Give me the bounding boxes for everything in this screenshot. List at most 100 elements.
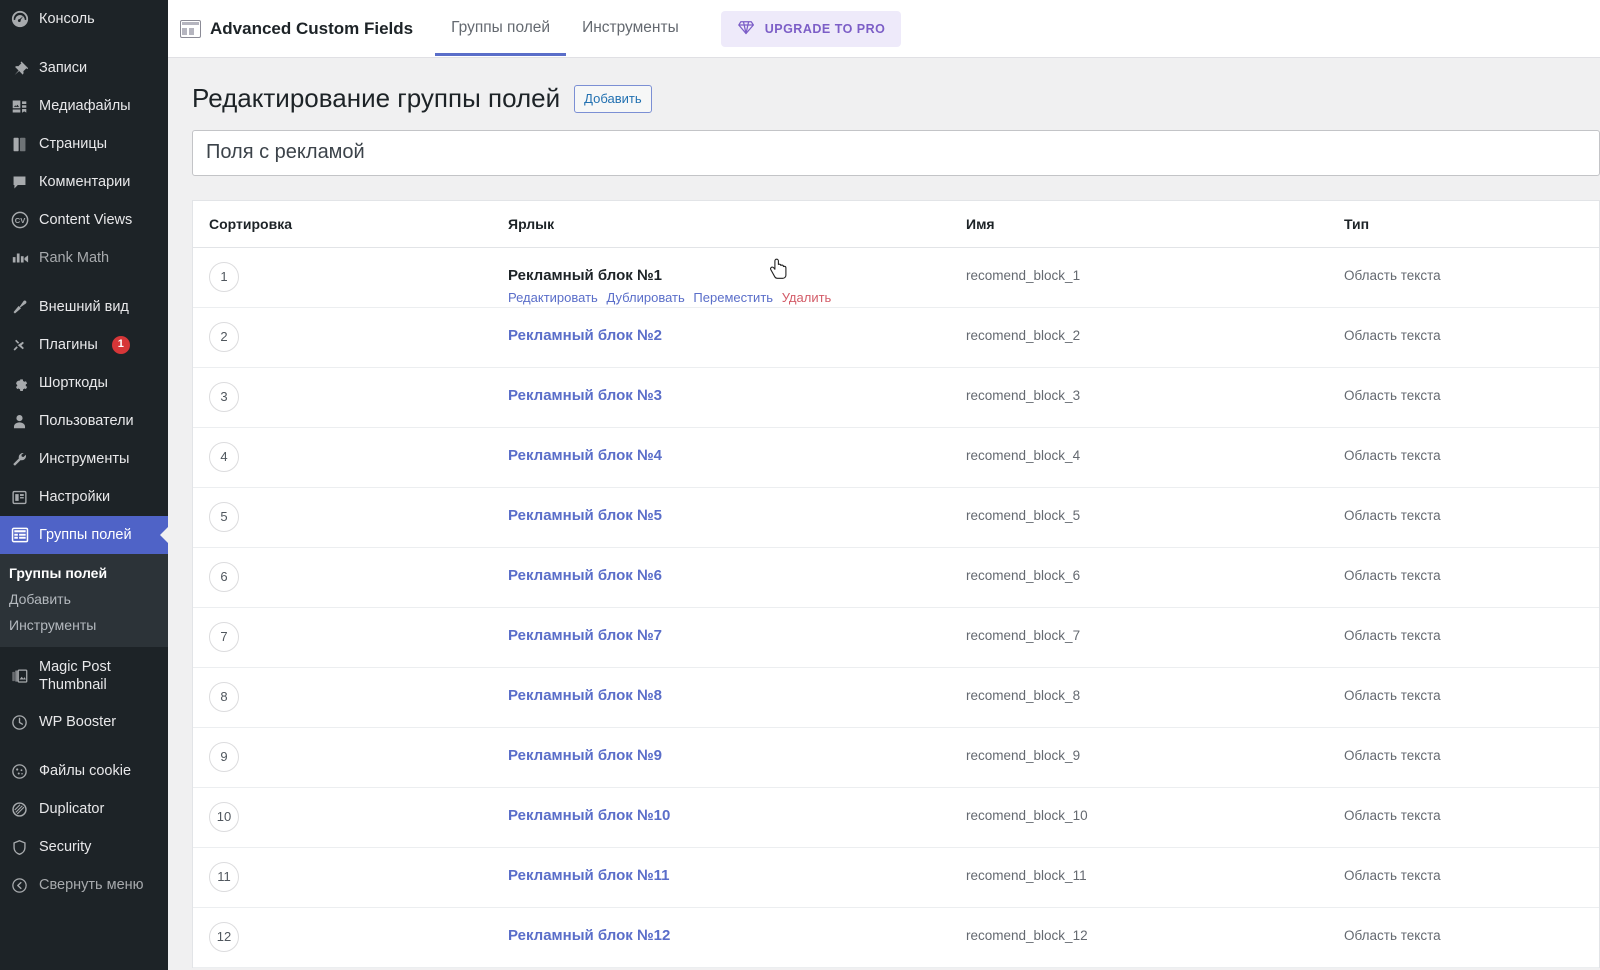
row-action-delete[interactable]: Удалить (782, 290, 832, 305)
table-row[interactable]: 11 Рекламный блок №11 recomend_block_11 … (193, 848, 1599, 908)
sidebar-item-media[interactable]: Медиафайлы (0, 87, 168, 125)
order-handle[interactable]: 11 (209, 861, 239, 892)
field-type-value: Область текста (1344, 627, 1441, 643)
order-handle[interactable]: 2 (209, 321, 239, 352)
tab-field-groups[interactable]: Группы полей (435, 1, 567, 57)
sidebar-item-content-views[interactable]: CV Content Views (0, 201, 168, 239)
column-header-order: Сортировка (209, 215, 292, 232)
sidebar-item-magic-post-thumbnail[interactable]: Magic Post Thumbnail (0, 647, 168, 703)
sidebar-item-security[interactable]: Security (0, 828, 168, 866)
table-row[interactable]: 12 Рекламный блок №12 recomend_block_12 … (193, 908, 1599, 968)
row-action-duplicate[interactable]: Дублировать (606, 290, 684, 305)
sidebar-item-field-groups[interactable]: Группы полей (0, 516, 168, 554)
submenu-item-tools[interactable]: Инструменты (9, 612, 168, 638)
field-type-value: Область текста (1344, 387, 1441, 403)
sidebar-item-cookies[interactable]: Файлы cookie (0, 752, 168, 790)
users-icon (9, 411, 30, 431)
sidebar-item-label: Группы полей (39, 526, 132, 543)
sidebar-item-posts[interactable]: Записи (0, 49, 168, 87)
sidebar-item-tools[interactable]: Инструменты (0, 440, 168, 478)
sidebar-item-rank-math[interactable]: Rank Math (0, 239, 168, 277)
column-header-name: Имя (966, 215, 995, 232)
table-row[interactable]: 1 Рекламный блок №1 Редактировать Дублир… (193, 248, 1599, 308)
field-label-link[interactable]: Рекламный блок №6 (508, 567, 662, 584)
sidebar-item-duplicator[interactable]: Duplicator (0, 790, 168, 828)
table-row[interactable]: 2 Рекламный блок №2 recomend_block_2 Обл… (193, 308, 1599, 368)
order-handle[interactable]: 7 (209, 621, 239, 652)
sidebar-item-label: Страницы (39, 135, 108, 152)
field-label-link[interactable]: Рекламный блок №5 (508, 507, 662, 524)
order-handle[interactable]: 4 (209, 441, 239, 472)
add-new-button[interactable]: Добавить (574, 84, 652, 113)
table-row[interactable]: 3 Рекламный блок №3 recomend_block_3 Обл… (193, 368, 1599, 428)
sidebar-item-label: Внешний вид (39, 298, 129, 315)
field-label-link[interactable]: Рекламный блок №8 (508, 687, 662, 704)
row-action-move[interactable]: Переместить (693, 290, 773, 305)
sidebar-item-collapse-menu[interactable]: Свернуть меню (0, 866, 168, 904)
sidebar-item-dashboard[interactable]: Консоль (0, 0, 168, 38)
plugins-update-badge: 1 (111, 336, 130, 354)
table-row[interactable]: 4 Рекламный блок №4 recomend_block_4 Обл… (193, 428, 1599, 488)
sidebar-item-label: Rank Math (39, 249, 110, 266)
collapse-icon (9, 875, 30, 895)
field-name-value: recomend_block_1 (966, 267, 1081, 283)
table-row[interactable]: 6 Рекламный блок №6 recomend_block_6 Обл… (193, 548, 1599, 608)
order-handle[interactable]: 10 (209, 801, 239, 832)
table-row[interactable]: 10 Рекламный блок №10 recomend_block_10 … (193, 788, 1599, 848)
field-name-value: recomend_block_12 (966, 927, 1088, 943)
sidebar-item-label: Настройки (39, 488, 111, 505)
field-label-link[interactable]: Рекламный блок №12 (508, 927, 670, 944)
order-handle[interactable]: 3 (209, 381, 239, 412)
sidebar-item-shortcodes[interactable]: Шорткоды (0, 364, 168, 402)
table-row[interactable]: 5 Рекламный блок №5 recomend_block_5 Обл… (193, 488, 1599, 548)
field-label-link[interactable]: Рекламный блок №1 (508, 267, 662, 284)
order-handle[interactable]: 9 (209, 741, 239, 772)
field-name-value: recomend_block_7 (966, 627, 1081, 643)
sidebar-item-label: Инструменты (39, 450, 130, 467)
field-label-link[interactable]: Рекламный блок №4 (508, 447, 662, 464)
field-name-value: recomend_block_10 (966, 807, 1088, 823)
submenu-item-add-new[interactable]: Добавить (9, 586, 168, 612)
sidebar-item-pages[interactable]: Страницы (0, 125, 168, 163)
settings-icon (9, 487, 30, 507)
field-group-title-input[interactable] (192, 129, 1600, 176)
dashboard-icon (9, 9, 30, 29)
sidebar-item-appearance[interactable]: Внешний вид (0, 288, 168, 326)
sidebar-item-label: Security (39, 839, 92, 856)
order-handle[interactable]: 1 (209, 261, 239, 292)
sidebar-divider (0, 741, 168, 752)
field-type-value: Область текста (1344, 807, 1441, 823)
order-handle[interactable]: 8 (209, 681, 239, 712)
shield-icon (9, 837, 30, 857)
page-title: Редактирование группы полей (192, 83, 561, 113)
row-action-edit[interactable]: Редактировать (508, 290, 598, 305)
field-label-link[interactable]: Рекламный блок №9 (508, 747, 662, 764)
sidebar-item-users[interactable]: Пользователи (0, 402, 168, 440)
field-groups-submenu: Группы полей Добавить Инструменты (0, 554, 168, 647)
sidebar-item-plugins[interactable]: Плагины 1 (0, 326, 168, 364)
field-label-link[interactable]: Рекламный блок №7 (508, 627, 662, 644)
sidebar-item-label: Magic Post Thumbnail (39, 659, 111, 694)
submenu-item-field-groups[interactable]: Группы полей (9, 560, 168, 586)
sidebar-item-label: WP Booster (39, 714, 117, 731)
sidebar-item-settings[interactable]: Настройки (0, 478, 168, 516)
sidebar-item-wp-booster[interactable]: WP Booster (0, 703, 168, 741)
tab-tools[interactable]: Инструменты (566, 1, 695, 57)
table-row[interactable]: 8 Рекламный блок №8 recomend_block_8 Обл… (193, 668, 1599, 728)
table-row[interactable]: 9 Рекламный блок №9 recomend_block_9 Обл… (193, 728, 1599, 788)
order-handle[interactable]: 12 (209, 921, 239, 952)
field-label-link[interactable]: Рекламный блок №11 (508, 867, 670, 884)
table-row[interactable]: 7 Рекламный блок №7 recomend_block_7 Обл… (193, 608, 1599, 668)
upgrade-to-pro-button[interactable]: UPGRADE TO PRO (720, 10, 902, 47)
order-handle[interactable]: 6 (209, 561, 239, 592)
field-label-link[interactable]: Рекламный блок №10 (508, 807, 670, 824)
field-name-value: recomend_block_9 (966, 747, 1081, 763)
field-label-link[interactable]: Рекламный блок №2 (508, 327, 662, 344)
admin-sidebar: Консоль Записи Медиафайлы Страницы Комме… (0, 0, 168, 970)
field-type-value: Область текста (1344, 687, 1441, 703)
sidebar-item-comments[interactable]: Комментарии (0, 163, 168, 201)
field-type-value: Область текста (1344, 747, 1441, 763)
upgrade-to-pro-label: UPGRADE TO PRO (764, 21, 886, 36)
order-handle[interactable]: 5 (209, 501, 239, 532)
field-label-link[interactable]: Рекламный блок №3 (508, 387, 662, 404)
